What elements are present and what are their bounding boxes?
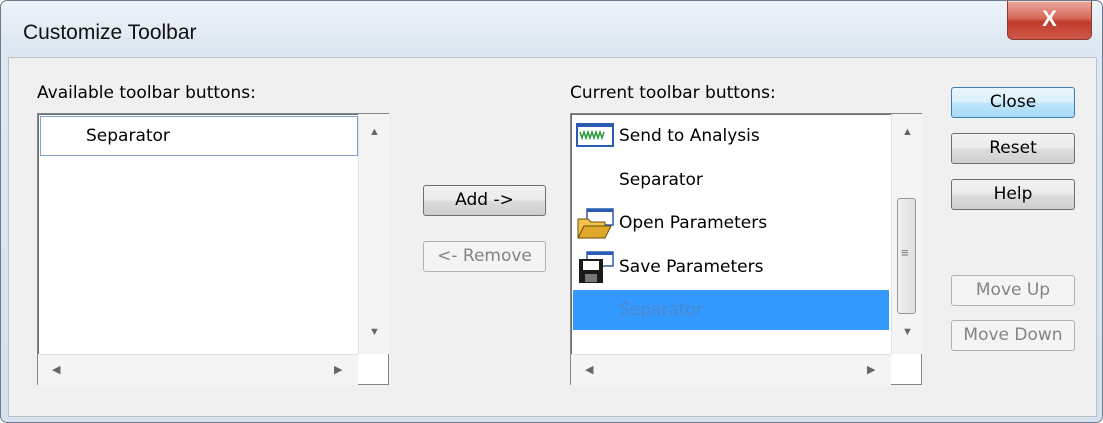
list-item[interactable]: Send to Analysis [575,116,760,156]
grip-icon: ≡ [901,245,909,260]
remove-button[interactable]: <- Remove [423,241,546,272]
move-up-button[interactable]: Move Up [951,275,1075,306]
help-button[interactable]: Help [951,179,1075,210]
dialog-title: Customize Toolbar [23,21,197,44]
scroll-right-arrow-icon[interactable]: ▶ [334,363,342,376]
list-item[interactable]: Save Parameters [575,247,763,287]
floppy-disk-icon [575,249,615,285]
close-window-button[interactable]: X [1007,1,1092,40]
open-folder-icon [575,205,615,241]
current-buttons-list[interactable]: Send to Analysis Separator Open Paramete… [570,113,922,385]
available-buttons-list[interactable]: Separator ▲ ▼ ◀ ▶ [37,113,389,385]
list-item-selected[interactable]: Separator [573,290,889,330]
customize-toolbar-dialog: Customize Toolbar X Available toolbar bu… [0,0,1103,423]
scroll-down-arrow-icon[interactable]: ▼ [902,326,913,338]
horizontal-scrollbar[interactable]: ◀ ▶ [38,354,358,385]
reset-button[interactable]: Reset [951,133,1075,164]
dialog-body: Available toolbar buttons: Separator ▲ ▼… [8,57,1097,417]
vertical-scrollbar[interactable]: ▲ ≡ ▼ [891,114,922,354]
vertical-scrollbar[interactable]: ▲ ▼ [358,114,389,354]
close-icon: X [1042,6,1057,31]
move-down-button[interactable]: Move Down [951,320,1075,351]
list-item[interactable]: Separator [86,116,170,156]
scroll-down-arrow-icon[interactable]: ▼ [369,326,380,338]
horizontal-scrollbar[interactable]: ◀ ▶ [571,354,891,385]
close-button[interactable]: Close [951,87,1075,118]
list-item[interactable]: Open Parameters [575,203,767,243]
current-buttons-label: Current toolbar buttons: [570,83,776,103]
add-button[interactable]: Add -> [423,185,546,216]
scroll-up-arrow-icon[interactable]: ▲ [369,126,380,138]
scroll-left-arrow-icon[interactable]: ◀ [52,363,60,376]
scrollbar-thumb[interactable]: ≡ [897,198,916,314]
send-to-analysis-icon [575,118,615,154]
scroll-up-arrow-icon[interactable]: ▲ [902,126,913,138]
scroll-left-arrow-icon[interactable]: ◀ [585,363,593,376]
scroll-right-arrow-icon[interactable]: ▶ [867,363,875,376]
available-buttons-label: Available toolbar buttons: [37,83,256,103]
list-item[interactable]: Separator [619,160,703,200]
